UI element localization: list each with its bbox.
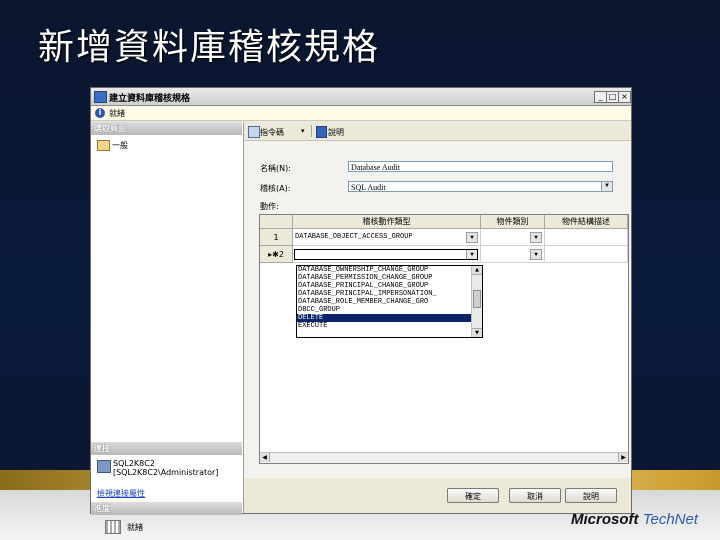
scroll-thumb[interactable] <box>473 290 481 308</box>
row-header[interactable]: 1 <box>260 229 293 246</box>
col-header-object-class[interactable]: 物件類別 <box>481 215 545 229</box>
dialog-icon <box>94 91 107 103</box>
grid-corner <box>260 215 293 229</box>
left-panel: 選取頁面 一般 連接 SQL2K8C2 [SQL2K8C2\Administra… <box>91 122 244 534</box>
action-type-select[interactable]: DATABASE_OBJECT_ACCESS_GROUP ▼ <box>294 232 478 243</box>
row-header-new[interactable]: ▸✱2 <box>260 246 293 263</box>
help-icon[interactable] <box>316 126 327 138</box>
progress-icon <box>105 520 121 534</box>
status-bar: i 就緒 <box>91 106 631 121</box>
technet-wordmark: TechNet <box>642 511 698 528</box>
view-connection-properties-link[interactable]: 檢視連接屬性 <box>97 488 145 499</box>
scroll-left-icon[interactable]: ◀ <box>260 453 270 462</box>
title-bar[interactable]: 建立資料庫稽核規格 _ □ × <box>91 88 631 106</box>
close-button[interactable]: × <box>618 91 631 103</box>
info-icon: i <box>95 108 105 118</box>
progress-header: 進度 <box>91 502 242 515</box>
dropdown-option[interactable]: DBCC_GROUP <box>297 306 472 314</box>
object-class-cell: ▼ <box>481 229 545 246</box>
script-button[interactable]: 指令碼 <box>260 127 284 138</box>
table-row: ▼ <box>293 246 481 263</box>
create-db-audit-spec-dialog: 建立資料庫稽核規格 _ □ × i 就緒 選取頁面 一般 連接 SQL2K8C2… <box>90 87 632 534</box>
action-type-dropdown-list[interactable]: DATABASE_OWNERSHIP_CHANGE_GROUP DATABASE… <box>296 265 483 338</box>
dropdown-scrollbar[interactable]: ▲ ▼ <box>471 266 482 337</box>
page-icon <box>97 140 110 151</box>
select-page-header: 選取頁面 <box>91 122 242 135</box>
dropdown-option[interactable]: DATABASE_PRINCIPAL_IMPERSONATION_ <box>297 290 472 298</box>
help-toolbar-button[interactable]: 說明 <box>328 127 344 138</box>
status-text: 就緒 <box>109 109 125 118</box>
grid-horizontal-scrollbar[interactable]: ◀ ▶ <box>260 452 628 463</box>
connection-info: SQL2K8C2 [SQL2K8C2\Administrator] <box>113 459 218 477</box>
action-type-select-active[interactable]: ▼ <box>294 249 478 260</box>
chevron-down-icon[interactable]: ▼ <box>530 249 542 260</box>
chevron-down-icon[interactable]: ▼ <box>530 232 542 243</box>
dropdown-option[interactable]: DATABASE_PERMISSION_CHANGE_GROUP <box>297 274 472 282</box>
cancel-button[interactable]: 取消 <box>509 488 561 503</box>
object-schema-cell[interactable] <box>545 246 628 263</box>
server-name: SQL2K8C2 <box>113 459 155 468</box>
audit-select[interactable]: SQL Audit ▼ <box>348 181 613 192</box>
help-button[interactable]: 說明 <box>565 488 617 503</box>
action-type-value: DATABASE_OBJECT_ACCESS_GROUP <box>295 233 413 241</box>
progress-status: 就緒 <box>127 523 143 532</box>
page-item-label: 一般 <box>112 141 128 150</box>
chevron-down-icon[interactable]: ▼ <box>601 182 612 191</box>
scroll-down-icon[interactable]: ▼ <box>472 328 482 337</box>
dropdown-option-selected[interactable]: DELETE <box>297 314 472 322</box>
script-icon[interactable] <box>248 126 260 138</box>
login-name: [SQL2K8C2\Administrator] <box>113 468 219 477</box>
audit-value: SQL Audit <box>351 183 386 192</box>
chevron-down-icon[interactable]: ▼ <box>466 250 477 259</box>
ok-button[interactable]: 確定 <box>447 488 499 503</box>
slide-title: 新增資料庫稽核規格 <box>38 27 381 68</box>
audit-label: 稽核(A): <box>260 184 291 193</box>
scroll-right-icon[interactable]: ▶ <box>618 453 628 462</box>
audit-actions-grid: 稽核動作類型 物件類別 物件結構描述 1 DATABASE_OBJECT_ACC… <box>259 214 629 464</box>
toolbar: 指令碼 ▾ 說明 <box>244 122 631 141</box>
actions-label: 動作: <box>260 202 279 211</box>
dropdown-option[interactable]: EXECUTE <box>297 322 472 330</box>
dialog-title: 建立資料庫稽核規格 <box>109 94 191 104</box>
table-row: DATABASE_OBJECT_ACCESS_GROUP ▼ <box>293 229 481 246</box>
object-schema-cell[interactable] <box>545 229 628 246</box>
col-header-action-type[interactable]: 稽核動作類型 <box>293 215 481 229</box>
dropdown-option[interactable]: DATABASE_ROLE_MEMBER_CHANGE_GRO <box>297 298 472 306</box>
dropdown-option[interactable]: DATABASE_OWNERSHIP_CHANGE_GROUP <box>297 266 472 274</box>
object-class-select[interactable]: ▼ <box>482 249 542 260</box>
connection-header: 連接 <box>91 442 242 455</box>
object-class-select[interactable]: ▼ <box>482 232 542 243</box>
server-icon <box>97 460 111 473</box>
page-item-general[interactable]: 一般 <box>97 140 128 151</box>
toolbar-divider <box>311 125 312 137</box>
dropdown-option[interactable]: DATABASE_PRINCIPAL_CHANGE_GROUP <box>297 282 472 290</box>
chevron-down-icon[interactable]: ▼ <box>466 232 478 243</box>
col-header-object-schema[interactable]: 物件結構描述 <box>545 215 628 229</box>
name-label: 名稱(N): <box>260 164 291 173</box>
chevron-down-icon[interactable]: ▾ <box>301 127 305 135</box>
scroll-up-icon[interactable]: ▲ <box>472 266 482 275</box>
name-field[interactable]: Database Audit <box>348 161 613 172</box>
object-class-cell: ▼ <box>481 246 545 263</box>
